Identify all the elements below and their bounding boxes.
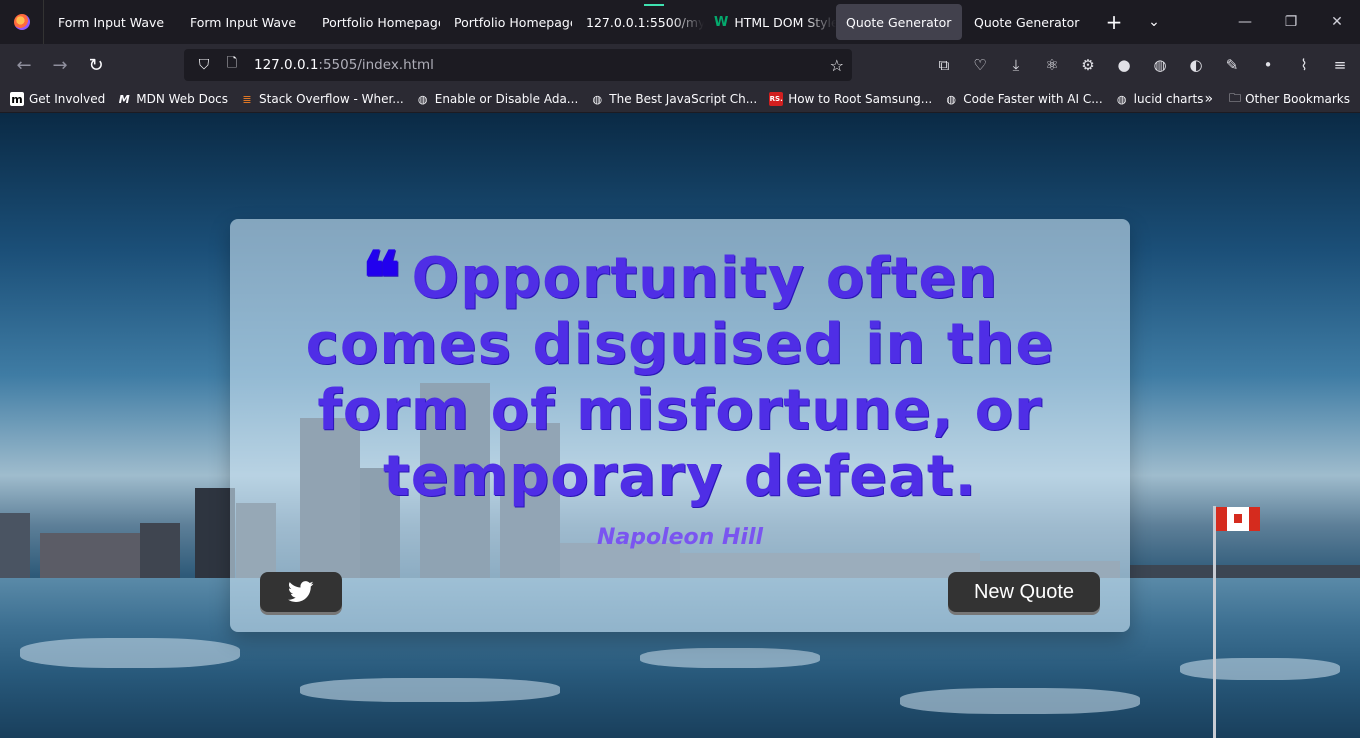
extension-icon[interactable]: ● — [1106, 56, 1142, 74]
list-all-tabs-icon[interactable]: ⌄ — [1134, 14, 1174, 30]
firefox-menu-icon[interactable] — [0, 0, 44, 44]
quote-left-icon: ❝ — [361, 235, 402, 320]
tab-loading-indicator — [644, 4, 664, 6]
globe-icon: ◍ — [592, 92, 603, 106]
tab-label: Quote Generator — [846, 14, 952, 30]
extension-icon[interactable]: ◐ — [1178, 56, 1214, 74]
tab[interactable]: Portfolio Homepage — [308, 4, 440, 40]
mozilla-icon: m — [10, 92, 24, 106]
tab-strip: Form Input Wave Form Input Wave Portfoli… — [0, 0, 1360, 44]
tab[interactable]: 127.0.0.1:5500/my-w — [572, 4, 704, 40]
bookmark-item[interactable]: m Get Involved — [0, 92, 111, 106]
bookmark-label: How to Root Samsung... — [788, 92, 933, 106]
tab-label: HTML DOM Style — [734, 14, 836, 30]
bookmark-item[interactable]: ◍ Code Faster with AI C... — [938, 92, 1108, 106]
toolbar-icons: ⧉ ♡ ⤓ ⚛ ⚙ ● ◍ ◐ ✎ • ⌇ ≡ — [926, 44, 1358, 86]
tab[interactable]: Quote Generator — [962, 4, 1094, 40]
extension-icon[interactable]: • — [1250, 56, 1286, 74]
react-devtools-icon[interactable]: ⚛ — [1034, 56, 1070, 74]
url-host: 127.0.0.1 — [254, 57, 319, 73]
bookmark-label: lucid charts — [1133, 92, 1204, 106]
tab-label: Quote Generator — [974, 14, 1080, 30]
bookmark-label: Get Involved — [29, 92, 106, 106]
extension-icon[interactable]: ⌇ — [1286, 56, 1322, 74]
minimize-icon[interactable]: — — [1222, 0, 1268, 44]
globe-icon: ◍ — [417, 92, 428, 106]
bookmark-star-icon[interactable]: ☆ — [830, 56, 844, 75]
other-bookmarks[interactable]: Other Bookmarks — [1245, 92, 1350, 106]
tab[interactable]: Form Input Wave — [176, 4, 308, 40]
extensions-icon[interactable]: ⧉ — [926, 56, 962, 74]
bookmark-item[interactable]: ◍ lucid charts — [1109, 92, 1210, 106]
page-background: ❝ Opportunity often comes disguised in th… — [0, 113, 1360, 738]
tab[interactable]: Form Input Wave — [44, 4, 176, 40]
tab-label: Portfolio Homepage — [454, 14, 572, 30]
rs-icon: RS. — [769, 92, 784, 106]
bookmark-item[interactable]: RS. How to Root Samsung... — [763, 92, 938, 106]
bookmarks-bar: m Get Involved M MDN Web Docs ≣ Stack Ov… — [0, 86, 1360, 112]
tab-label: Form Input Wave — [190, 14, 297, 30]
globe-icon: ◍ — [946, 92, 957, 106]
tab-label: Form Input Wave — [58, 14, 165, 30]
tab[interactable]: W HTML DOM Style — [704, 4, 836, 40]
globe-extension-icon[interactable]: ◍ — [1142, 56, 1178, 74]
pocket-icon[interactable]: ♡ — [962, 56, 998, 74]
bookmark-label: Stack Overflow - Wher... — [259, 92, 404, 106]
quote-container: ❝ Opportunity often comes disguised in th… — [230, 219, 1130, 632]
bookmark-item[interactable]: ≣ Stack Overflow - Wher... — [234, 92, 410, 106]
back-icon[interactable]: ← — [6, 49, 42, 81]
tab[interactable]: Portfolio Homepage — [440, 4, 572, 40]
navigation-bar: ← → ↻ ⛉ 🗋 127.0.0.1:5505/index.html ☆ ⧉ … — [0, 44, 1360, 86]
bookmark-item[interactable]: ◍ Enable or Disable Ada... — [410, 92, 585, 106]
globe-icon: ◍ — [1116, 92, 1127, 106]
bookmark-label: Code Faster with AI C... — [963, 92, 1103, 106]
mdn-icon: M — [118, 92, 130, 106]
quote-text: Opportunity often comes disguised in the… — [305, 246, 1055, 509]
download-icon[interactable]: ⤓ — [998, 56, 1034, 74]
twitter-icon — [288, 581, 314, 602]
bookmark-item[interactable]: ◍ The Best JavaScript Ch... — [584, 92, 763, 106]
flagpole — [1213, 506, 1216, 738]
url-path: :5505/index.html — [318, 57, 434, 73]
new-quote-button[interactable]: New Quote — [948, 572, 1100, 612]
tracking-protection-icon[interactable]: ⛉ — [192, 57, 216, 73]
restore-icon[interactable]: ❐ — [1268, 0, 1314, 44]
w3schools-icon: W — [714, 14, 729, 30]
folder-icon: 🗀 — [1229, 90, 1242, 105]
page-info-icon[interactable]: 🗋 — [220, 54, 244, 76]
tab-label: Portfolio Homepage — [322, 14, 440, 30]
forward-icon[interactable]: → — [42, 49, 78, 81]
bookmark-label: Enable or Disable Ada... — [434, 92, 579, 106]
reload-icon[interactable]: ↻ — [78, 49, 114, 81]
extension-icon[interactable]: ⚙ — [1070, 56, 1106, 74]
tab-label: 127.0.0.1:5500/my-w — [586, 14, 704, 30]
quote-text-block: ❝ Opportunity often comes disguised in th… — [270, 242, 1090, 510]
new-tab-button[interactable]: + — [1094, 10, 1134, 34]
stack-overflow-icon: ≣ — [242, 92, 252, 106]
url-bar[interactable]: ⛉ 🗋 127.0.0.1:5505/index.html ☆ — [184, 49, 852, 81]
bookmark-item[interactable]: M MDN Web Docs — [111, 92, 234, 106]
close-window-icon[interactable]: ✕ — [1314, 0, 1360, 44]
hamburger-menu-icon[interactable]: ≡ — [1322, 56, 1358, 74]
tab-active[interactable]: Quote Generator ✕ — [836, 4, 962, 40]
tweet-quote-button[interactable] — [260, 572, 342, 612]
bookmark-label: The Best JavaScript Ch... — [609, 92, 758, 106]
canada-flag — [1216, 507, 1260, 531]
quote-author: Napoleon Hill — [596, 525, 764, 550]
bookmark-label: MDN Web Docs — [136, 92, 229, 106]
chevron-more-icon[interactable]: » — [1204, 91, 1213, 107]
extension-icon[interactable]: ✎ — [1214, 56, 1250, 74]
